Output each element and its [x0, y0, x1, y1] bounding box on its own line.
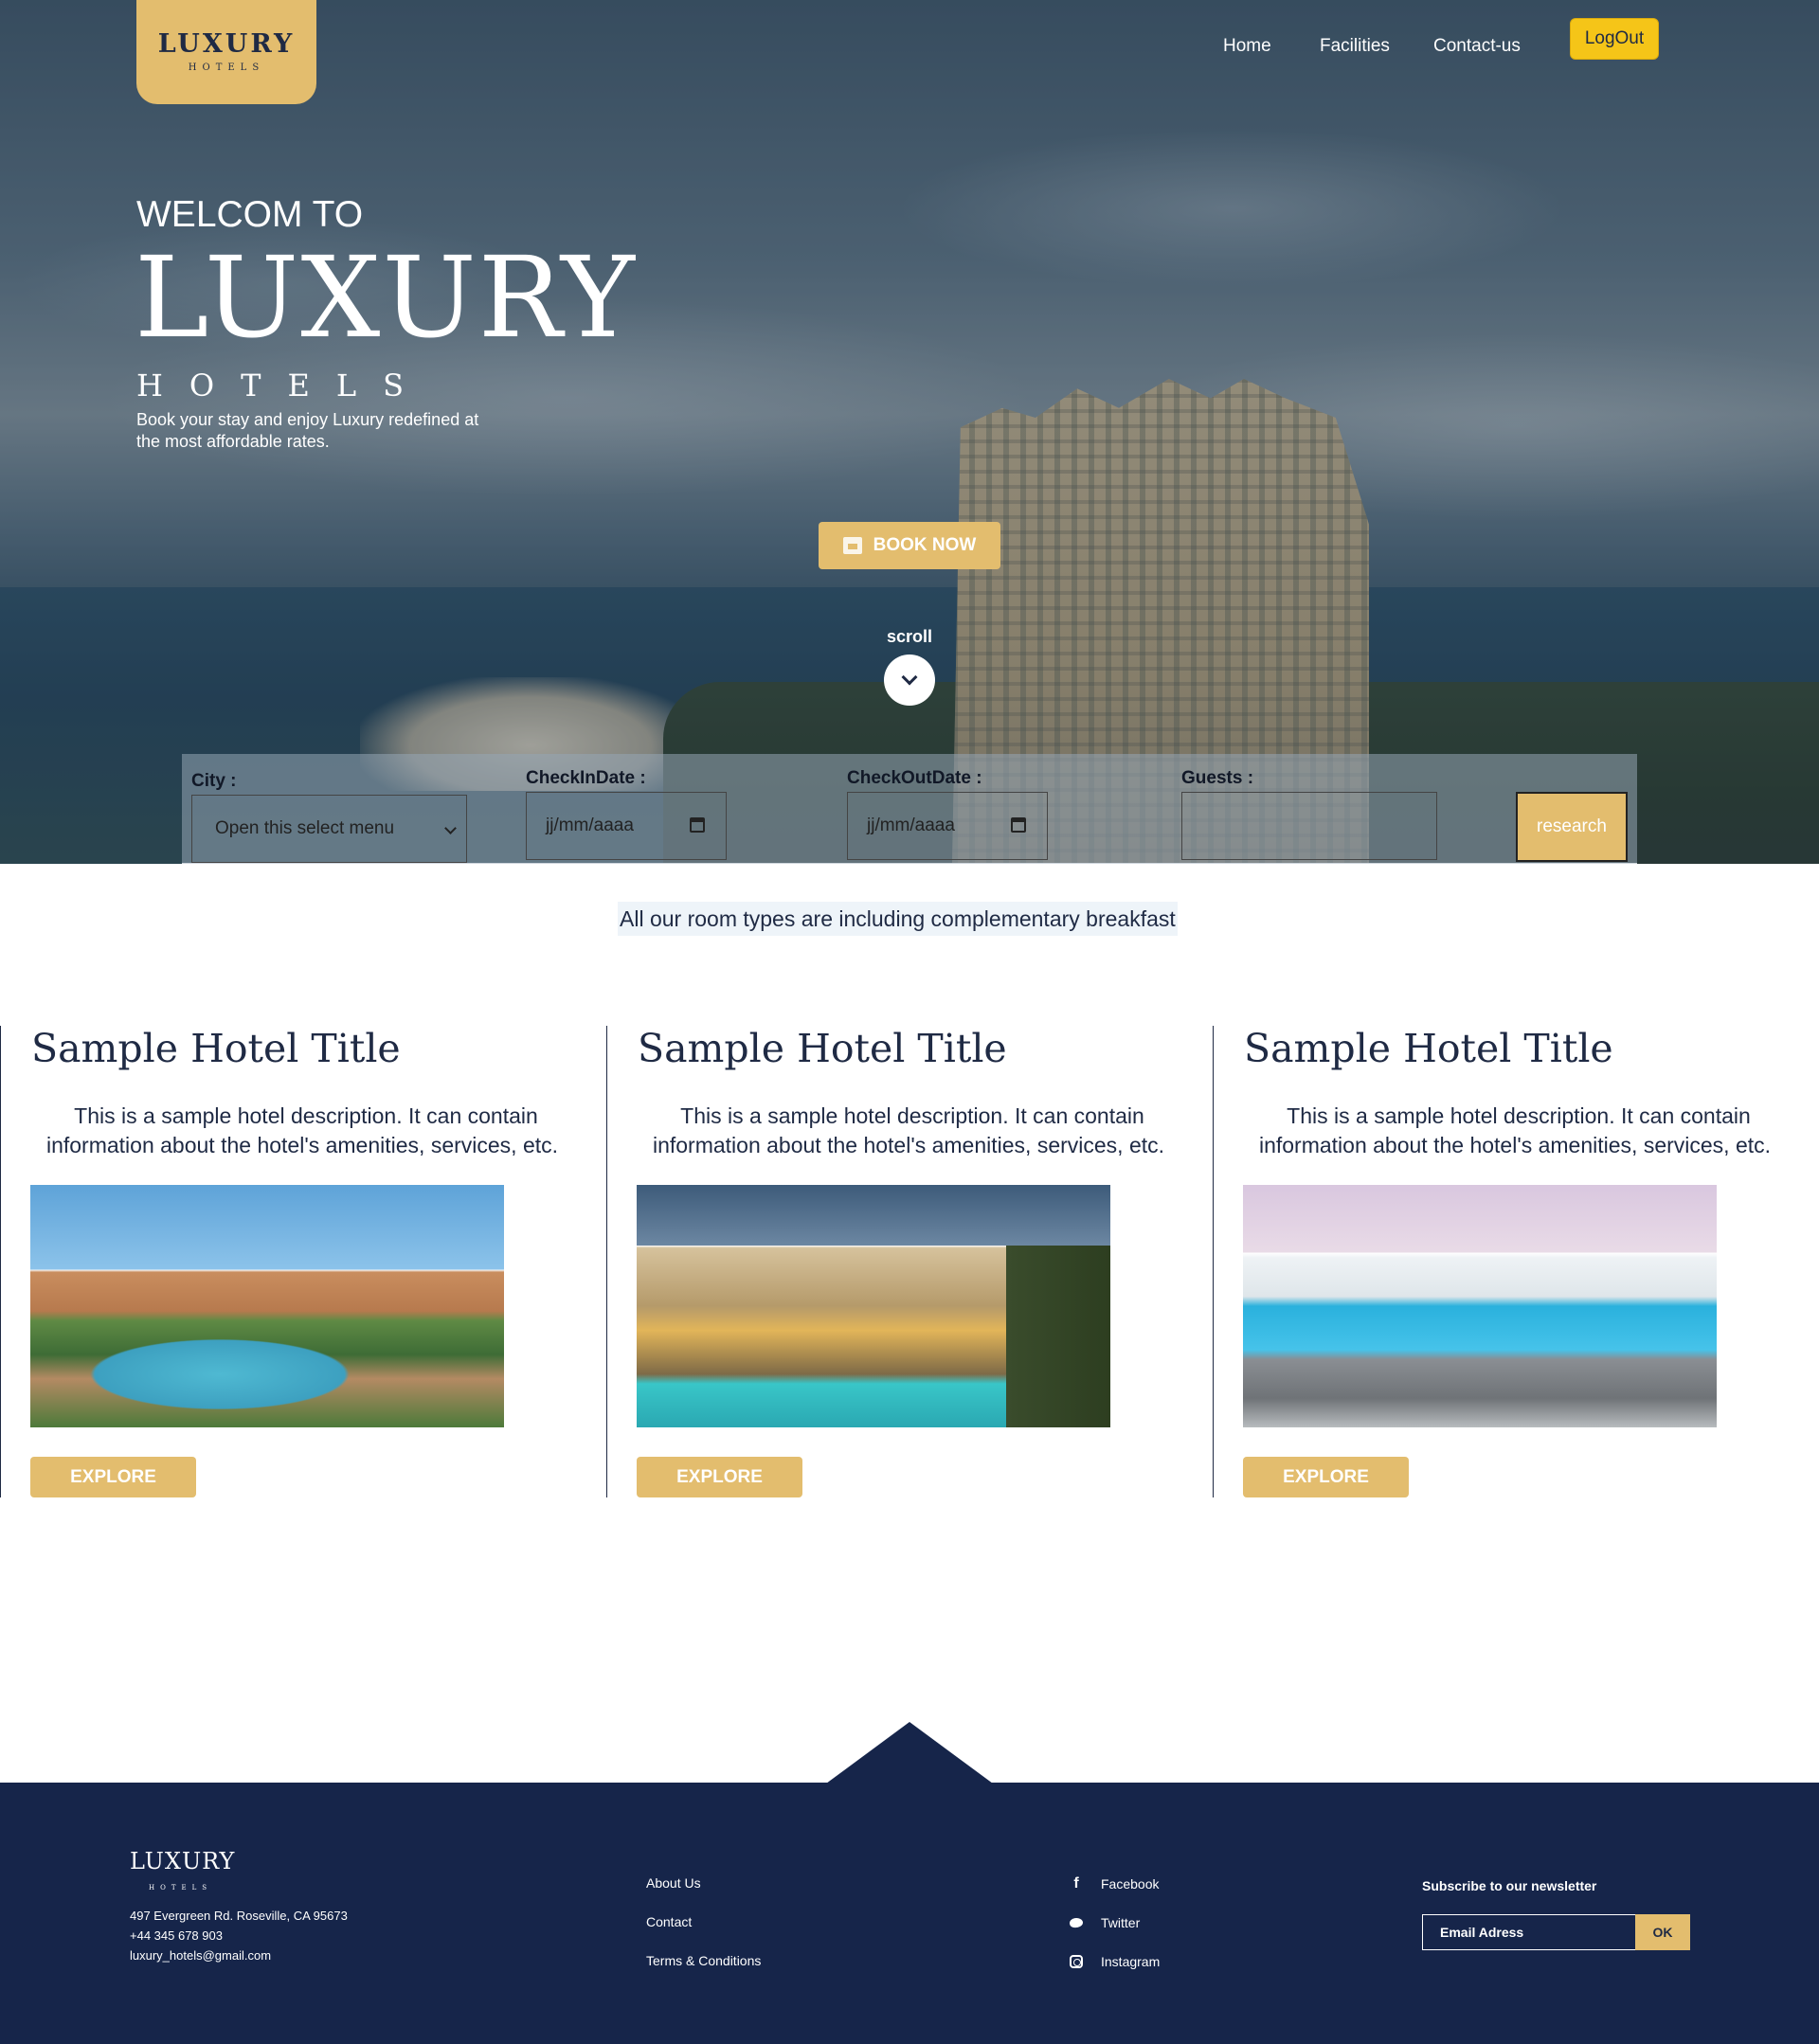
- checkin-placeholder: jj/mm/aaaa: [546, 816, 634, 835]
- instagram-label: Instagram: [1101, 1953, 1161, 1969]
- breakfast-note: All our room types are including complem…: [618, 902, 1178, 936]
- nav-facilities-link[interactable]: Facilities: [1320, 36, 1390, 57]
- footer-social: f Facebook Twitter Instagram: [1067, 1864, 1160, 1981]
- logout-button[interactable]: LogOut: [1570, 18, 1659, 60]
- book-now-label: BOOK NOW: [873, 535, 977, 555]
- hotel-card-image: [30, 1185, 504, 1427]
- city-select-value: Open this select menu: [215, 818, 395, 838]
- footer-email: luxury_hotels@gmail.com: [130, 1948, 272, 1963]
- guests-label: Guests :: [1181, 768, 1254, 788]
- twitter-label: Twitter: [1101, 1914, 1141, 1930]
- footer-logo-main: LUXURY: [130, 1848, 236, 1874]
- hotel-card-description: This is a sample hotel description. It c…: [1258, 1103, 1772, 1157]
- hero-welcome: WELCOM TO: [136, 194, 364, 235]
- facebook-link[interactable]: f Facebook: [1067, 1864, 1160, 1903]
- facebook-icon: f: [1073, 1874, 1079, 1892]
- footer: LUXURY HOTELS 497 Evergreen Rd. Rosevill…: [0, 1783, 1819, 2044]
- checkin-label: CheckInDate :: [526, 768, 646, 788]
- book-now-button[interactable]: BOOK NOW: [819, 522, 1000, 569]
- twitter-icon: [1067, 1913, 1086, 1932]
- hotel-card: Sample Hotel Title This is a sample hote…: [0, 1026, 606, 1497]
- chevron-down-icon: [901, 669, 918, 686]
- hero-title: LUXURY: [135, 232, 637, 363]
- footer-links: About Us Contact Terms & Conditions: [646, 1864, 761, 1981]
- nav-contact-link[interactable]: Contact-us: [1433, 36, 1521, 57]
- checkin-date-input[interactable]: jj/mm/aaaa: [526, 792, 727, 860]
- guests-input[interactable]: [1181, 792, 1437, 860]
- hotel-card-title: Sample Hotel Title: [638, 1026, 1007, 1071]
- scroll-down-button[interactable]: [884, 654, 935, 706]
- explore-button[interactable]: EXPLORE: [30, 1457, 196, 1497]
- logo-sub-text: HOTELS: [188, 63, 265, 73]
- newsletter-ok-button[interactable]: OK: [1635, 1914, 1690, 1950]
- hotel-card: Sample Hotel Title This is a sample hote…: [606, 1026, 1213, 1497]
- calendar-icon[interactable]: [690, 817, 705, 833]
- instagram-link[interactable]: Instagram: [1067, 1942, 1160, 1981]
- hotel-card-image: [1243, 1185, 1717, 1427]
- city-select[interactable]: Open this select menu: [191, 795, 467, 863]
- newsletter-email-input[interactable]: Email Adress: [1422, 1914, 1636, 1950]
- hotel-card-title: Sample Hotel Title: [1244, 1026, 1613, 1071]
- footer-peak-decoration: [826, 1722, 993, 1784]
- footer-terms-link[interactable]: Terms & Conditions: [646, 1942, 761, 1981]
- research-button[interactable]: research: [1516, 792, 1628, 862]
- hero-tagline: Book your stay and enjoy Luxury redefine…: [136, 410, 479, 451]
- instagram-icon: [1067, 1952, 1086, 1971]
- footer-contact-link[interactable]: Contact: [646, 1903, 761, 1942]
- chevron-down-icon: [444, 822, 457, 834]
- explore-button[interactable]: EXPLORE: [637, 1457, 802, 1497]
- hotel-card: Sample Hotel Title This is a sample hote…: [1213, 1026, 1819, 1497]
- nav-home-link[interactable]: Home: [1223, 36, 1271, 57]
- footer-address: 497 Evergreen Rd. Roseville, CA 95673: [130, 1909, 348, 1923]
- logo-main-text: LUXURY: [157, 29, 296, 59]
- checkout-date-input[interactable]: jj/mm/aaaa: [847, 792, 1048, 860]
- explore-button[interactable]: EXPLORE: [1243, 1457, 1409, 1497]
- hotel-card-description: This is a sample hotel description. It c…: [45, 1103, 559, 1157]
- calendar-icon[interactable]: [1011, 817, 1026, 833]
- footer-logo-sub: HOTELS: [149, 1884, 213, 1892]
- hero-subtitle: HOTELS: [136, 368, 431, 403]
- newsletter-title: Subscribe to our newsletter: [1422, 1878, 1597, 1893]
- footer-phone: +44 345 678 903: [130, 1928, 223, 1943]
- checkout-placeholder: jj/mm/aaaa: [867, 816, 955, 835]
- facebook-label: Facebook: [1101, 1875, 1160, 1892]
- logo[interactable]: LUXURY HOTELS: [136, 0, 316, 104]
- city-label: City :: [191, 771, 237, 791]
- twitter-link[interactable]: Twitter: [1067, 1903, 1160, 1942]
- hotel-card-description: This is a sample hotel description. It c…: [652, 1103, 1165, 1157]
- checkout-label: CheckOutDate :: [847, 768, 982, 788]
- footer-contact-info: 497 Evergreen Rd. Roseville, CA 95673 +4…: [130, 1906, 348, 1965]
- footer-about-link[interactable]: About Us: [646, 1864, 761, 1903]
- hotel-card-title: Sample Hotel Title: [31, 1026, 401, 1071]
- calendar-icon: [842, 537, 862, 554]
- scroll-label: scroll: [886, 627, 933, 646]
- hotel-card-image: [637, 1185, 1110, 1427]
